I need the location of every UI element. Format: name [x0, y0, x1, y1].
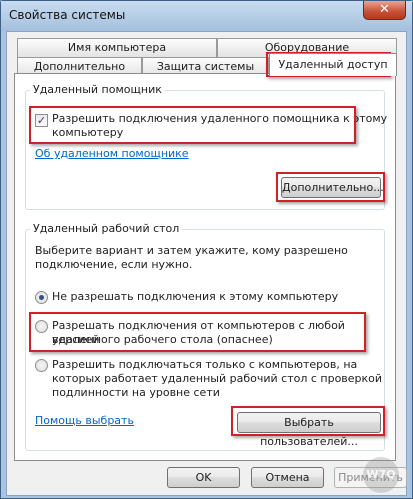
radio-allow-nla-label-line3: подлинности на уровне сети [52, 386, 220, 399]
tab-remote[interactable]: Удаленный доступ [269, 53, 397, 76]
highlight-advanced-button [276, 172, 385, 202]
radio-deny-connections-label: Не разрешать подключения к этому компьют… [52, 290, 339, 303]
window-title: Свойства системы [9, 8, 126, 22]
tab-computer-name[interactable]: Имя компьютера [17, 38, 217, 57]
radio-allow-nla-label-line1: Разрешить подключаться только с компьюте… [52, 358, 358, 371]
close-button[interactable]: ✕ [363, 1, 406, 20]
watermark-text: W7Q [366, 468, 396, 481]
close-icon: ✕ [379, 2, 390, 17]
cancel-button[interactable]: Отмена [251, 467, 324, 488]
button-label: Отмена [265, 471, 310, 484]
highlight-allow-assistance [29, 106, 356, 144]
system-properties-window: Свойства системы ✕ Имя компьютера Оборуд… [0, 0, 413, 499]
tab-label: Удаленный доступ [278, 58, 388, 71]
about-remote-assistance-link[interactable]: Об удаленном помощнике [35, 147, 189, 160]
highlight-select-users-button [231, 406, 385, 436]
title-bar[interactable]: Свойства системы ✕ [1, 1, 412, 31]
highlight-allow-any-version [29, 312, 366, 352]
tab-label: Защита системы [156, 60, 255, 73]
radio-allow-nla-only[interactable] [35, 359, 48, 372]
tab-label: Имя компьютера [67, 41, 167, 54]
tab-label: Дополнительно [33, 60, 126, 73]
remote-tab-panel: Удаленный помощник ✓ Разрешить подключен… [14, 52, 396, 461]
help-me-choose-link[interactable]: Помощь выбрать [35, 414, 134, 427]
remote-desktop-instruction-line1: Выберите вариант и затем укажите, кому р… [35, 244, 348, 257]
remote-desktop-instruction-line2: подключение, если нужно. [35, 258, 193, 271]
watermark-logo: W7Q [363, 457, 399, 493]
remote-desktop-group-label: Удаленный рабочий стол [30, 222, 183, 235]
remote-assistance-group-label: Удаленный помощник [30, 83, 165, 96]
button-label: OK [195, 471, 212, 484]
radio-deny-connections[interactable] [35, 291, 48, 304]
ok-button[interactable]: OK [167, 467, 240, 488]
radio-allow-nla-label-line2: которых работает удаленный рабочий стол … [52, 372, 383, 385]
